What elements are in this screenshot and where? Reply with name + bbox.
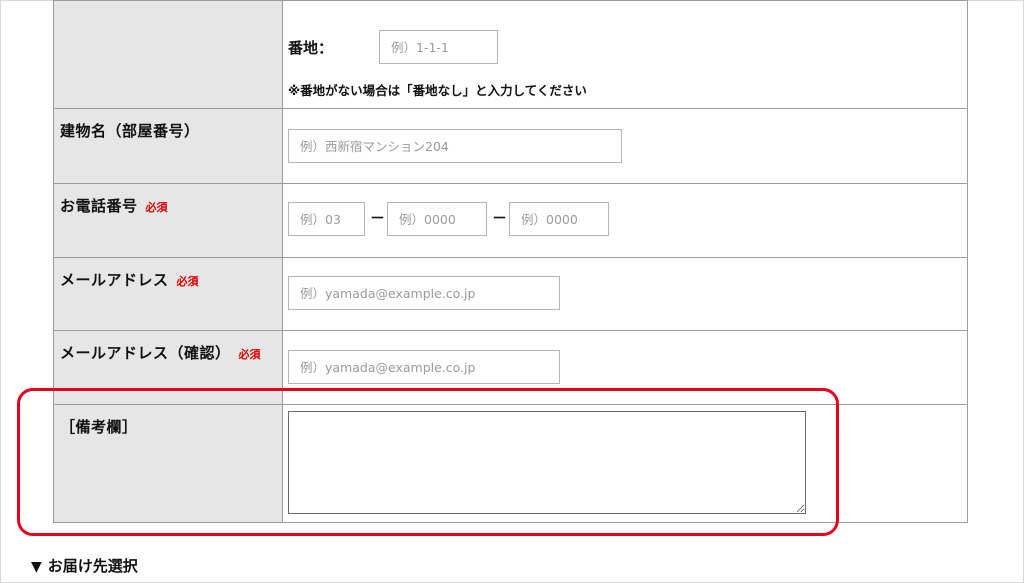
phone-separator-2: － [492, 209, 508, 227]
email-confirm-label: メールアドレス（確認） [60, 344, 231, 362]
email-input[interactable] [288, 276, 560, 310]
phone-input-last[interactable] [509, 202, 609, 236]
triangle-down-icon: ▼ [31, 559, 42, 575]
email-confirm-input[interactable] [288, 350, 560, 384]
building-input[interactable] [288, 129, 622, 163]
remarks-label: ［備考欄］ [60, 418, 138, 436]
banchi-label: 番地： [288, 39, 334, 57]
remarks-label-cell: ［備考欄］ [53, 404, 283, 523]
building-label: 建物名（部屋番号） [60, 122, 200, 140]
email-label-cell: メールアドレス 必須 [53, 257, 283, 331]
banchi-note: ※番地がない場合は「番地なし」と入力してください [288, 83, 587, 98]
address-label-cell [53, 0, 283, 109]
phone-label-cell: お電話番号 必須 [53, 183, 283, 258]
phone-separator-1: － [370, 209, 386, 227]
email-required-badge: 必須 [176, 275, 199, 288]
remarks-textarea[interactable] [288, 411, 806, 514]
phone-input-area[interactable] [288, 202, 365, 236]
email-confirm-label-cell: メールアドレス（確認） 必須 [53, 330, 283, 405]
delivery-heading-text: お届け先選択 [47, 557, 138, 575]
email-confirm-required-badge: 必須 [238, 348, 261, 361]
phone-required-badge: 必須 [145, 201, 168, 214]
banchi-input[interactable] [379, 30, 498, 64]
phone-label: お電話番号 [60, 197, 138, 215]
delivery-section-heading: ▼ お届け先選択 [31, 555, 138, 576]
phone-input-middle[interactable] [387, 202, 487, 236]
email-label: メールアドレス [60, 271, 169, 289]
building-label-cell: 建物名（部屋番号） [53, 108, 283, 184]
